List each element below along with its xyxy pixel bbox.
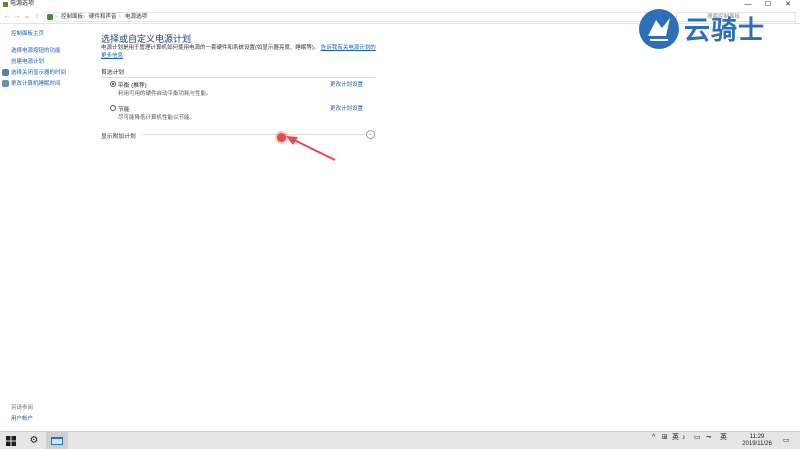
annotation-arrow-icon <box>286 136 336 161</box>
taskbar: ⚙ ^ ⊞ 英 ♪ ▭ ⏦ 英 11:29 2019/11/26 ▭ <box>0 431 800 449</box>
crumb-control-panel[interactable]: 控制面板 <box>61 13 83 22</box>
page-title: 选择或自定义电源计划 <box>101 34 192 44</box>
tray-app-icon[interactable]: ⊞ <box>662 434 668 442</box>
clock-time: 11:29 <box>749 434 765 440</box>
show-additional-plans-label[interactable]: 显示附加计划 <box>101 131 136 140</box>
see-also-header: 另请参阅 <box>11 405 34 411</box>
forward-icon[interactable]: → <box>13 12 21 22</box>
left-nav: 控制面板主页 选择电源按钮的功能 创建电源计划 选择关闭显示器的时间 更改计算机… <box>0 24 90 424</box>
knight-logo-icon <box>639 9 679 49</box>
input-language-indicator[interactable]: 英 <box>672 434 679 442</box>
plan-power-saver-radio[interactable] <box>110 105 116 111</box>
plan-power-saver-name: 节能 <box>118 107 130 113</box>
display-icon[interactable]: ▭ <box>694 434 701 442</box>
nav-sleep-time[interactable]: 更改计算机睡眠时间 <box>11 80 61 88</box>
control-panel-icon <box>47 14 53 20</box>
recent-dropdown-icon[interactable]: ⌄ <box>23 12 31 22</box>
up-icon[interactable]: ↑ <box>33 12 41 22</box>
plan-power-saver-change-link[interactable]: 更改计划设置 <box>330 104 363 112</box>
watermark-logo: 云骑士 <box>636 6 786 54</box>
window-title: 电源选项 <box>10 1 35 7</box>
back-icon[interactable]: ← <box>3 12 11 22</box>
crumb-power-options[interactable]: 电源选项 <box>125 13 147 22</box>
description-text: 电源计划是用于管理计算机如何使用电源的一套硬件和系统设置(如显示器亮度、睡眠等)… <box>101 45 320 51</box>
speaker-icon[interactable]: ♪ <box>682 434 686 442</box>
plan-balanced-change-link[interactable]: 更改计划设置 <box>330 80 363 88</box>
plan-balanced-desc: 利用可用的硬件自动平衡功耗与性能。 <box>118 91 212 97</box>
clock[interactable]: 11:29 2019/11/26 <box>737 434 777 448</box>
watermark-text: 云骑士 <box>684 16 766 46</box>
section-divider <box>101 77 375 78</box>
nav-control-panel-home[interactable]: 控制面板主页 <box>11 30 44 38</box>
page-description: 电源计划是用于管理计算机如何使用电源的一套硬件和系统设置(如显示器亮度、睡眠等)… <box>101 45 381 60</box>
clock-date: 2019/11/26 <box>742 441 772 447</box>
window-icon <box>51 437 63 445</box>
preferred-plans-label: 首选计划 <box>101 70 125 76</box>
control-panel-window: 电源选项 — ☐ ✕ ← → ⌄ ↑ › 控制面板 › 硬件和声音 › 电源选项… <box>0 0 800 449</box>
nav-create-power-plan[interactable]: 创建电源计划 <box>11 58 44 66</box>
plan-power-saver-desc: 尽可能降低计算机性能以节能。 <box>118 115 196 121</box>
sleep-icon <box>2 80 9 87</box>
tray-chevron-icon[interactable]: ^ <box>652 434 655 442</box>
plan-balanced-radio[interactable] <box>110 81 116 87</box>
settings-gear-icon[interactable]: ⚙ <box>23 432 45 449</box>
control-panel-taskbar-button[interactable] <box>46 432 68 449</box>
nav-power-button-function[interactable]: 选择电源按钮的功能 <box>11 47 61 55</box>
nav-display-off-time[interactable]: 选择关闭显示器的时间 <box>11 69 66 77</box>
ime-indicator[interactable]: 英 <box>720 434 727 442</box>
monitor-icon <box>2 69 9 76</box>
crumb-separator-icon: › <box>55 14 57 20</box>
crumb-separator-icon: › <box>119 14 121 20</box>
notification-icon[interactable]: ▭ <box>783 437 790 445</box>
plan-balanced-name: 平衡 (推荐) <box>118 83 147 89</box>
power-options-icon <box>3 2 8 7</box>
network-icon[interactable]: ⏦ <box>706 434 712 442</box>
crumb-hardware-sound[interactable]: 硬件和声音 <box>89 13 117 22</box>
windows-icon <box>6 436 16 446</box>
start-button[interactable] <box>0 432 22 449</box>
nav-user-accounts[interactable]: 用户帐户 <box>11 415 33 423</box>
expand-chevron-icon[interactable]: ⌄ <box>366 130 375 139</box>
crumb-separator-icon: › <box>83 14 85 20</box>
breadcrumb[interactable]: › 控制面板 › 硬件和声音 › 电源选项 <box>44 12 660 22</box>
